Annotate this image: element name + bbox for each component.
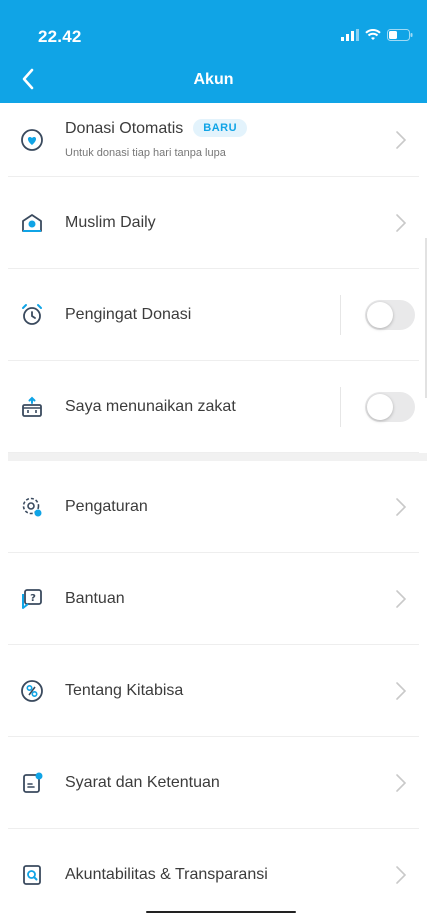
menu-item-label: Pengingat Donasi — [65, 305, 192, 323]
chevron-right-icon — [396, 773, 407, 792]
zakat-box-icon — [22, 396, 42, 417]
status-time: 22.42 — [38, 27, 82, 46]
section-divider — [8, 453, 427, 461]
toggle-knob — [367, 393, 393, 420]
menu-item-donasi-otomatis[interactable]: Donasi Otomatis BARU Untuk donasi tiap ha… — [8, 103, 419, 177]
document-icon — [23, 772, 43, 793]
pengingat-donasi-toggle[interactable] — [365, 299, 415, 330]
help-bubble-icon: ? — [22, 588, 42, 609]
menu-item-muslim-daily[interactable]: Muslim Daily — [8, 177, 419, 269]
menu-item-menunaikan-zakat: Saya menunaikan zakat — [8, 361, 419, 453]
home-indicator[interactable] — [146, 911, 296, 913]
menu-item-label: Tentang Kitabisa — [65, 681, 184, 699]
heart-donation-icon — [21, 128, 43, 151]
menu-item-label: Akuntabilitas & Transparansi — [65, 866, 268, 883]
divider — [340, 294, 341, 335]
menu-item-akuntabilitas[interactable]: Akuntabilitas & Transparansi — [8, 829, 419, 915]
menu-item-subtitle: Untuk donasi tiap hari tanpa lupa — [65, 147, 226, 159]
menu-item-label: Bantuan — [65, 589, 125, 607]
svg-text:?: ? — [30, 593, 36, 604]
status-icons — [341, 27, 413, 43]
divider — [340, 386, 341, 427]
settings-gear-icon — [22, 497, 42, 516]
menu-item-label: Syarat dan Ketentuan — [65, 773, 220, 791]
menu-item-pengaturan[interactable]: Pengaturan — [8, 461, 419, 553]
battery-icon — [387, 29, 413, 41]
menu-item-syarat-ketentuan[interactable]: Syarat dan Ketentuan — [8, 737, 419, 829]
account-menu: Donasi Otomatis BARU Untuk donasi tiap ha… — [0, 103, 427, 915]
menu-item-tentang-kitabisa[interactable]: Tentang Kitabisa — [8, 645, 419, 737]
menu-item-label: Muslim Daily — [65, 213, 156, 231]
menu-item-label: Saya menunaikan zakat — [65, 397, 236, 415]
chevron-right-icon — [396, 589, 407, 608]
search-document-icon — [23, 865, 41, 885]
chevron-right-icon — [396, 130, 407, 149]
chevron-right-icon — [396, 213, 407, 232]
wifi-icon — [365, 29, 381, 40]
mosque-icon — [22, 213, 42, 232]
page-title: Akun — [193, 71, 234, 88]
chevron-right-icon — [396, 497, 407, 516]
chevron-right-icon — [396, 866, 407, 884]
kitabisa-logo-icon — [21, 679, 43, 702]
chevron-right-icon — [396, 681, 407, 700]
toggle-knob — [367, 301, 393, 328]
app-header: 22.42 Akun — [0, 0, 427, 103]
zakat-toggle[interactable] — [365, 391, 415, 422]
menu-item-pengingat-donasi: Pengingat Donasi — [8, 269, 419, 361]
signal-icon — [341, 29, 359, 41]
menu-item-bantuan[interactable]: ? Bantuan — [8, 553, 419, 645]
alarm-icon — [22, 303, 42, 325]
menu-item-label: Donasi Otomatis — [65, 120, 184, 137]
menu-item-label: Pengaturan — [65, 497, 148, 515]
new-badge: BARU — [193, 119, 248, 137]
